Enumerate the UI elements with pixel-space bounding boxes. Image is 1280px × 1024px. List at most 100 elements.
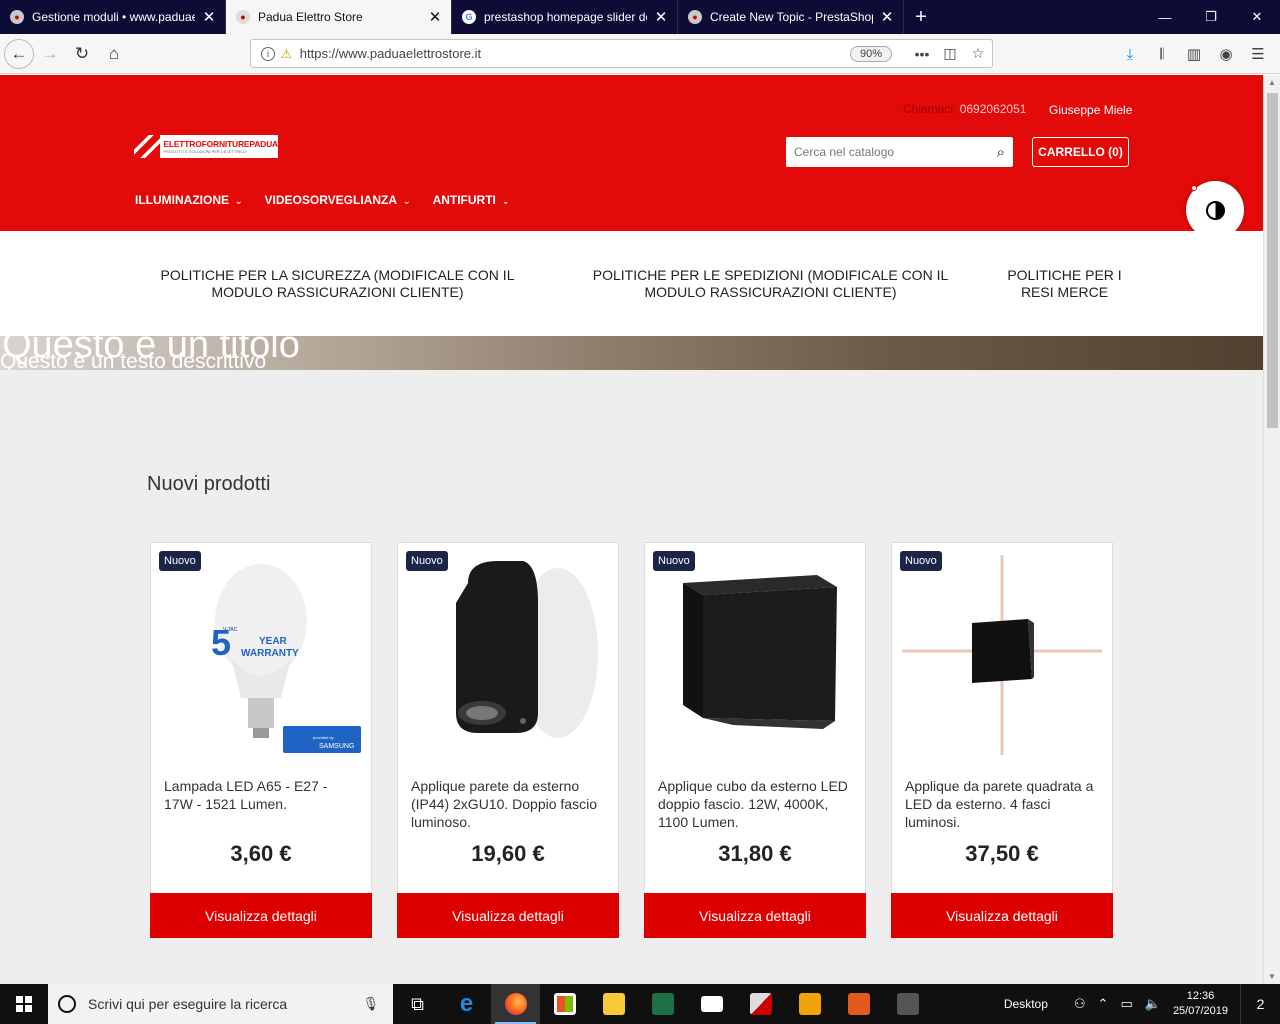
product-image[interactable] [892,543,1112,763]
tab-title: Create New Topic - PrestaShop [710,10,873,24]
desktop-toolbar[interactable]: Desktop [1004,997,1048,1011]
bulb-provided: provided by [313,735,334,740]
close-tab-icon[interactable]: ✕ [653,8,669,26]
taskbar-search-input[interactable]: Scrivi qui per eseguire la ricerca 🎙 [48,984,393,1024]
tab-padua-elettro-store[interactable]: ● Padua Elettro Store ✕ [226,0,452,34]
taskbar-search-placeholder: Scrivi qui per eseguire la ricerca [88,996,288,1012]
view-details-button[interactable]: Visualizza dettagli [644,893,866,938]
phone-number[interactable]: 0692062051 [960,102,1027,116]
sidebar-icon[interactable]: ▥ [1178,45,1210,63]
new-tab-button[interactable]: + [904,0,938,34]
scroll-up-icon[interactable]: ▲ [1268,78,1276,87]
tab-gestione-moduli[interactable]: ● Gestione moduli • www.paduaelettrostor… [0,0,226,34]
minimize-icon[interactable]: — [1142,0,1188,34]
network-app[interactable] [736,984,785,1024]
back-button[interactable]: ← [4,38,34,69]
close-window-icon[interactable]: ✕ [1234,0,1280,34]
clock-time: 12:36 [1186,990,1215,1002]
product-name[interactable]: Applique cubo da esterno LED doppio fasc… [658,777,854,831]
edge-app[interactable]: e [442,984,491,1024]
menu-hamburger-icon[interactable]: ☰ [1242,45,1274,63]
network-status-icon[interactable]: ▭ [1120,996,1132,1012]
catalog-search-input[interactable]: Cerca nel catalogo ⌕ [786,137,1013,167]
insecure-lock-icon[interactable]: ⚠ [281,47,292,61]
product-image[interactable] [645,543,865,763]
scrollbar-thumb[interactable] [1267,93,1278,428]
menu-item-videosorveglianza[interactable]: VIDEOSORVEGLIANZA ⌄ [265,193,411,207]
library-icon[interactable]: 𝄃 [1146,46,1178,63]
reload-button[interactable]: ↻ [66,38,98,70]
reassurance-security: POLITICHE PER LA SICUREZZA (MODIFICALE C… [160,267,515,300]
edge-icon: e [459,990,474,1017]
contrast-icon [1205,200,1225,220]
page-actions-icon[interactable]: ••• [908,46,936,62]
view-details-button[interactable]: Visualizza dettagli [891,893,1113,938]
misc-app[interactable] [883,984,932,1024]
account-icon[interactable]: ◉ [1210,45,1242,63]
user-account-link[interactable]: Giuseppe Miele [1049,103,1132,117]
menu-label: VIDEOSORVEGLIANZA [264,193,398,207]
main-menu: ILLUMINAZIONE ⌄ VIDEOSORVEGLIANZA ⌄ ANTIFU… [135,193,509,207]
paint-app[interactable] [834,984,883,1024]
browser-toolbar: ← → ↻ ⌂ i ⚠ https://www.paduaelettrostor… [0,34,1280,74]
people-icon[interactable]: ⚇ [1074,996,1086,1012]
task-view-button[interactable]: ⧉ [393,984,442,1024]
home-button[interactable]: ⌂ [98,38,130,70]
product-card[interactable]: V-TAC 5 YEAR WARRANTY provided by SAMSUN… [150,542,372,938]
menu-item-antifurti[interactable]: ANTIFURTI ⌄ [433,193,510,207]
site-info-icon[interactable]: i [261,46,275,61]
product-price: 31,80 € [718,841,792,866]
contact-phone: Chiamaci: 0692062051 [903,102,1026,116]
chevron-up-icon[interactable]: ⌃ [1098,996,1109,1012]
view-details-button[interactable]: Visualizza dettagli [150,893,372,938]
prestashop-favicon-icon: ● [688,10,702,24]
address-bar[interactable]: i ⚠ https://www.paduaelettrostore.it 90%… [250,39,993,68]
mail-app[interactable] [687,984,736,1024]
action-center-button[interactable]: 2 [1240,984,1280,1024]
cart-button[interactable]: CARRELLO (0) [1032,137,1129,167]
bookmark-star-icon[interactable]: ☆ [964,45,992,62]
file-explorer-app[interactable] [589,984,638,1024]
product-name[interactable]: Applique da parete quadrata a LED da est… [905,777,1101,831]
download-icon[interactable]: ⤓ [1114,46,1146,63]
paint-icon [847,993,870,1015]
product-card[interactable]: Nuovo Applique da parete quadrata a LED … [891,542,1113,938]
forward-button[interactable]: → [34,38,66,70]
page-scrollbar[interactable]: ▲ ▼ [1263,75,1280,984]
volume-icon[interactable]: 🔈 [1145,996,1161,1012]
menu-item-illuminazione[interactable]: ILLUMINAZIONE ⌄ [135,193,243,207]
close-tab-icon[interactable]: ✕ [427,8,443,26]
product-name[interactable]: Applique parete da esterno (IP44) 2xGU10… [411,777,607,831]
close-tab-icon[interactable]: ✕ [879,8,895,26]
clock[interactable]: 12:36 25/07/2019 [1173,989,1228,1019]
store-app[interactable] [540,984,589,1024]
site-logo[interactable]: ELETTROFORNITUREPADUA PRODOTTI E SOLUZIO… [134,135,278,158]
product-image[interactable]: V-TAC 5 YEAR WARRANTY provided by SAMSUN… [151,543,371,763]
pocket-icon[interactable]: ◫ [936,45,964,62]
outlook-app[interactable] [785,984,834,1024]
tab-google-search[interactable]: G prestashop homepage slider dopo header… [452,0,678,34]
url-text[interactable]: https://www.paduaelettrostore.it [300,46,481,61]
logo-subtitle: PRODOTTI E SOLUZIONI PER L'ELETTRICO [163,148,247,154]
menu-label: ANTIFURTI [432,193,496,207]
zoom-indicator[interactable]: 90% [849,45,892,62]
reassurance-returns: POLITICHE PER I RESI MERCE [1007,267,1122,300]
excel-app[interactable] [638,984,687,1024]
close-tab-icon[interactable]: ✕ [201,8,217,26]
product-image[interactable] [398,543,618,763]
chevron-down-icon: ⌄ [235,196,243,206]
start-button[interactable] [0,984,48,1024]
search-icon[interactable]: ⌕ [997,144,1005,161]
product-name[interactable]: Lampada LED A65 - E27 - 17W - 1521 Lumen… [164,777,360,813]
restore-icon[interactable]: ❐ [1188,0,1234,34]
product-card[interactable]: Nuovo Applique cubo da esterno LED doppi… [644,542,866,938]
tab-create-new-topic[interactable]: ● Create New Topic - PrestaShop ✕ [678,0,904,34]
scroll-down-icon[interactable]: ▼ [1268,972,1276,981]
homepage-slider[interactable]: Questo è un titolo Questo è un testo des… [0,336,1263,370]
view-details-button[interactable]: Visualizza dettagli [397,893,619,938]
chevron-down-icon: ⌄ [403,196,411,206]
store-icon [553,993,576,1015]
microphone-icon[interactable]: 🎙 [362,996,379,1012]
firefox-app[interactable] [491,984,540,1024]
product-card[interactable]: Nuovo Applique parete da esterno (IP44) … [397,542,619,938]
